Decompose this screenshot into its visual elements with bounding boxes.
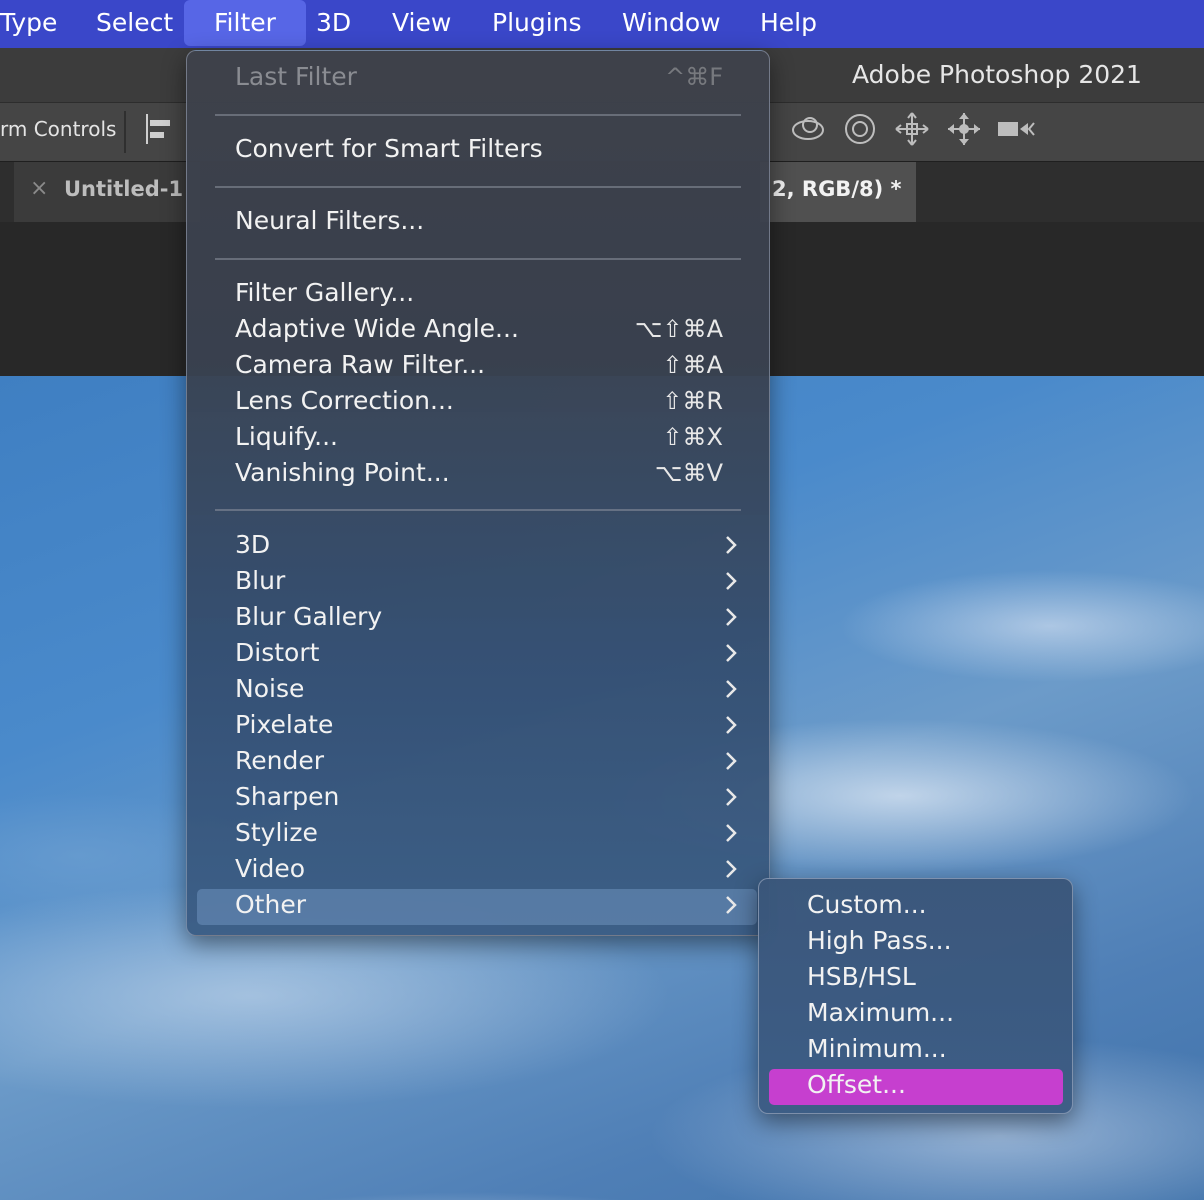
shortcut-liquify: ⇧⌘X	[662, 423, 723, 451]
menu-bar: Type Select Filter 3D View Plugins Windo…	[0, 0, 1204, 48]
menu-item-filter-gallery[interactable]: Filter Gallery...	[235, 277, 414, 309]
submenu-noise[interactable]: Noise	[235, 673, 304, 705]
menu-item-custom[interactable]: Custom...	[807, 889, 927, 921]
menu-filter[interactable]: Filter	[184, 0, 306, 46]
document-tab-untitled[interactable]: × Untitled-1	[14, 162, 200, 222]
app-title: Adobe Photoshop 2021	[852, 60, 1142, 89]
submenu-blur-gallery[interactable]: Blur Gallery	[235, 601, 382, 633]
menu-type[interactable]: Type	[0, 0, 57, 46]
chevron-right-icon	[726, 572, 737, 590]
other-submenu: Custom... High Pass... HSB/HSL Maximum..…	[758, 878, 1073, 1114]
shortcut-lens-correction: ⇧⌘R	[662, 387, 723, 415]
menu-item-offset[interactable]: Offset...	[807, 1069, 906, 1101]
submenu-pixelate[interactable]: Pixelate	[235, 709, 333, 741]
menu-select[interactable]: Select	[96, 0, 173, 46]
chevron-right-icon	[726, 752, 737, 770]
submenu-sharpen[interactable]: Sharpen	[235, 781, 339, 813]
menu-divider	[215, 114, 741, 116]
menu-plugins[interactable]: Plugins	[492, 0, 582, 46]
menu-view[interactable]: View	[392, 0, 451, 46]
submenu-blur[interactable]: Blur	[235, 565, 285, 597]
chevron-right-icon	[726, 860, 737, 878]
submenu-3d[interactable]: 3D	[235, 529, 270, 561]
shortcut-adaptive-wide-angle: ⌥⇧⌘A	[634, 315, 723, 343]
submenu-video[interactable]: Video	[235, 853, 305, 885]
menu-item-convert-smart-filters[interactable]: Convert for Smart Filters	[235, 133, 543, 165]
submenu-distort[interactable]: Distort	[235, 637, 319, 669]
menu-item-lens-correction[interactable]: Lens Correction...	[235, 385, 454, 417]
chevron-right-icon	[726, 680, 737, 698]
menu-divider	[215, 509, 741, 511]
chevron-right-icon	[726, 536, 737, 554]
3d-camera-icon[interactable]	[996, 110, 1036, 148]
menu-item-hsb-hsl[interactable]: HSB/HSL	[807, 961, 916, 993]
menu-item-vanishing-point[interactable]: Vanishing Point...	[235, 457, 450, 489]
chevron-right-icon	[726, 788, 737, 806]
3d-pan-icon[interactable]	[892, 110, 932, 148]
align-left-icon[interactable]	[144, 114, 172, 144]
menu-item-maximum[interactable]: Maximum...	[807, 997, 954, 1029]
menu-item-neural-filters[interactable]: Neural Filters...	[235, 205, 424, 237]
shortcut-camera-raw-filter: ⇧⌘A	[662, 351, 723, 379]
document-tab-label: Untitled-1	[64, 177, 184, 201]
document-tab-active[interactable]: 2, RGB/8) *	[760, 162, 916, 222]
shortcut-last-filter: ^⌘F	[665, 63, 723, 91]
menu-item-camera-raw-filter[interactable]: Camera Raw Filter...	[235, 349, 485, 381]
chevron-right-icon	[726, 716, 737, 734]
menu-window[interactable]: Window	[622, 0, 721, 46]
3d-orbit-icon[interactable]	[788, 110, 828, 148]
menu-divider	[215, 186, 741, 188]
options-separator	[124, 111, 126, 153]
submenu-render[interactable]: Render	[235, 745, 324, 777]
close-tab-icon[interactable]: ×	[30, 176, 48, 201]
menu-item-last-filter: Last Filter	[235, 62, 357, 91]
menu-help[interactable]: Help	[760, 0, 817, 46]
shortcut-vanishing-point: ⌥⌘V	[654, 459, 723, 487]
menu-3d[interactable]: 3D	[316, 0, 351, 46]
submenu-stylize[interactable]: Stylize	[235, 817, 318, 849]
chevron-right-icon	[726, 824, 737, 842]
menu-item-high-pass[interactable]: High Pass...	[807, 925, 952, 957]
chevron-right-icon	[726, 644, 737, 662]
document-tab-label: 2, RGB/8) *	[772, 177, 902, 201]
menu-divider	[215, 258, 741, 260]
transform-controls-label[interactable]: rm Controls	[0, 117, 116, 141]
menu-item-liquify[interactable]: Liquify...	[235, 421, 338, 453]
menu-item-adaptive-wide-angle[interactable]: Adaptive Wide Angle...	[235, 313, 519, 345]
3d-slide-icon[interactable]	[944, 110, 984, 148]
chevron-right-icon	[726, 896, 737, 914]
filter-menu: Last Filter ^⌘F Convert for Smart Filter…	[186, 50, 770, 936]
menu-item-minimum[interactable]: Minimum...	[807, 1033, 947, 1065]
3d-roll-icon[interactable]	[840, 110, 880, 148]
submenu-other[interactable]: Other	[235, 889, 306, 921]
chevron-right-icon	[726, 608, 737, 626]
